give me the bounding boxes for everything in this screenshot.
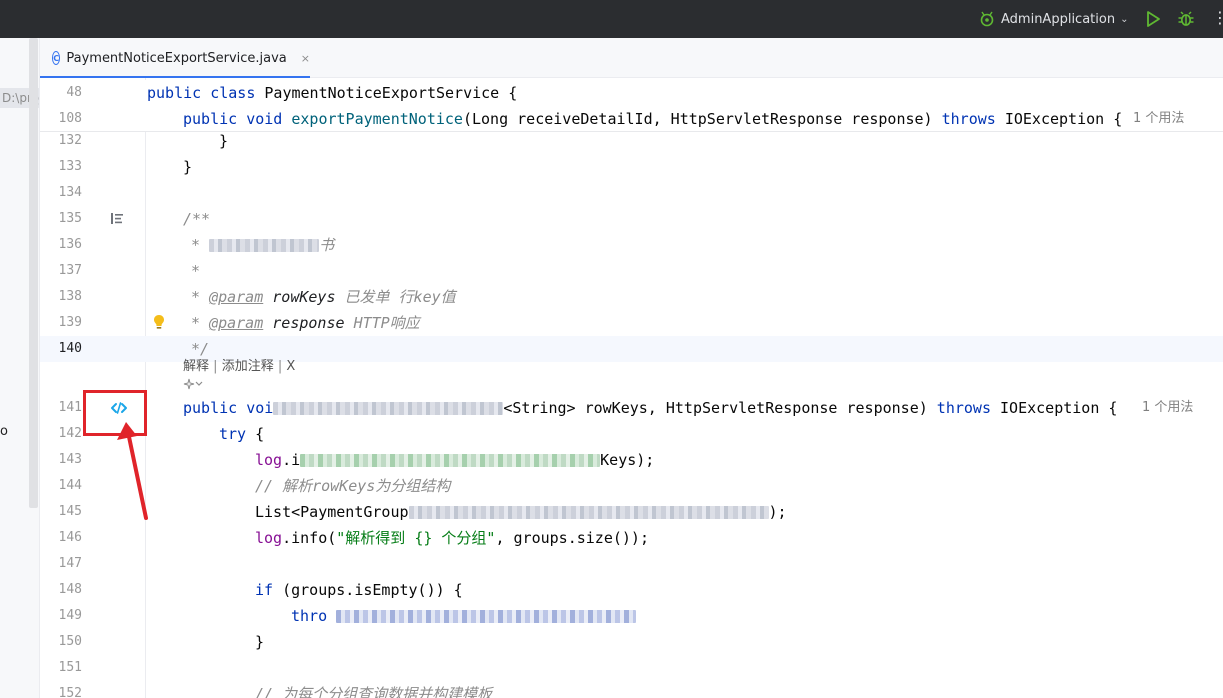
project-tree-fragment: o bbox=[0, 424, 8, 439]
tab-payment-notice-export-service[interactable]: C PaymentNoticeExportService.java × bbox=[40, 38, 310, 79]
bulb-icon[interactable] bbox=[153, 314, 165, 331]
line-number: 134 bbox=[58, 185, 82, 200]
line-number: 147 bbox=[58, 556, 82, 571]
code-line: 151 bbox=[40, 655, 1223, 681]
sticky-code: public void exportPaymentNotice(Long rec… bbox=[183, 110, 1123, 128]
code-line: 152 // 为每个分组查询数据并构建模板 bbox=[40, 681, 1223, 698]
annotation-arrow bbox=[117, 422, 148, 520]
code-text: } bbox=[183, 158, 193, 176]
code-line: 146 log.info("解析得到 {} 个分组", groups.size(… bbox=[40, 525, 1223, 551]
code-line: 134 bbox=[40, 180, 1223, 206]
sticky-line[interactable]: 48 public class PaymentNoticeExportServi… bbox=[40, 80, 1223, 106]
line-number: 149 bbox=[58, 608, 82, 623]
usages-hint[interactable]: 1 个用法 bbox=[1142, 395, 1193, 421]
line-number: 140 bbox=[58, 341, 82, 356]
line-number: 48 bbox=[66, 85, 82, 100]
line-number: 146 bbox=[58, 530, 82, 545]
line-number: 145 bbox=[58, 504, 82, 519]
line-number: 142 bbox=[58, 426, 82, 441]
code-comment: // 解析rowKeys为分组结构 bbox=[255, 477, 451, 495]
code-text: log.info("解析得到 {} 个分组", groups.size()); bbox=[255, 529, 649, 547]
line-number: 152 bbox=[58, 686, 82, 698]
code-line: 136 * 书 bbox=[40, 232, 1223, 258]
code-text: thro bbox=[291, 603, 637, 629]
add-comment-action[interactable]: 添加注释 bbox=[222, 359, 274, 374]
tab-file-name: PaymentNoticeExportService.java bbox=[66, 50, 287, 66]
code-line: 142 try { bbox=[40, 421, 1223, 447]
debug-icon[interactable] bbox=[1176, 9, 1196, 29]
code-line: 145 List<PaymentGroup); bbox=[40, 499, 1223, 525]
tab-close-icon[interactable]: × bbox=[301, 52, 310, 65]
code-text: * @param response HTTP响应 bbox=[191, 314, 420, 332]
line-number: 139 bbox=[58, 315, 82, 330]
dismiss-action[interactable]: X bbox=[286, 359, 295, 374]
structure-icon[interactable] bbox=[110, 212, 124, 225]
line-number: 108 bbox=[58, 111, 82, 126]
code-text: * bbox=[191, 262, 201, 280]
title-bar: AdminApplication ⌄ ⋮ bbox=[0, 0, 1223, 38]
line-number: 151 bbox=[58, 660, 82, 675]
ai-assistant-menu[interactable] bbox=[183, 378, 203, 393]
sticky-line[interactable]: 108 public void exportPaymentNotice(Long… bbox=[40, 106, 1223, 132]
code-text: * @param rowKeys 已发单 行key值 bbox=[191, 288, 456, 306]
run-configuration-selector[interactable]: AdminApplication ⌄ bbox=[978, 9, 1128, 29]
more-options-icon[interactable]: ⋮ bbox=[1212, 7, 1223, 29]
line-number: 144 bbox=[58, 478, 82, 493]
code-text: log.i Keys); bbox=[255, 451, 655, 469]
line-number: 136 bbox=[58, 237, 82, 252]
project-panel-edge: D:\proje o bbox=[0, 38, 40, 698]
code-line: 141 public voi <String> rowKeys, HttpServ… bbox=[40, 395, 1223, 421]
code-line: 133 } bbox=[40, 154, 1223, 180]
code-text: * 书 bbox=[191, 236, 335, 254]
line-number: 138 bbox=[58, 289, 82, 304]
code-line: 139 * @param response HTTP响应 bbox=[40, 310, 1223, 336]
inline-ai-actions: 解释 | 添加注释 | X bbox=[183, 358, 295, 376]
code-line: 137 * bbox=[40, 258, 1223, 284]
code-line: 147 bbox=[40, 551, 1223, 577]
explain-action[interactable]: 解释 bbox=[183, 359, 209, 374]
line-number: 133 bbox=[58, 159, 82, 174]
code-editor[interactable]: 48 public class PaymentNoticeExportServi… bbox=[40, 78, 1223, 698]
code-line: 150 } bbox=[40, 629, 1223, 655]
code-line: 144 // 解析rowKeys为分组结构 bbox=[40, 473, 1223, 499]
ai-sparkle-icon bbox=[183, 378, 203, 390]
code-line: 143 log.i Keys); bbox=[40, 447, 1223, 473]
code-text: /** bbox=[183, 210, 211, 228]
code-comment: // 为每个分组查询数据并构建模板 bbox=[255, 685, 493, 698]
editor-tab-bar: C PaymentNoticeExportService.java × bbox=[40, 38, 1223, 79]
line-number: 137 bbox=[58, 263, 82, 278]
line-number: 141 bbox=[58, 400, 82, 415]
code-text: if (groups.isEmpty()) { bbox=[255, 581, 463, 599]
line-number: 143 bbox=[58, 452, 82, 467]
code-line: 148 if (groups.isEmpty()) { bbox=[40, 577, 1223, 603]
sticky-lines-header: 48 public class PaymentNoticeExportServi… bbox=[40, 80, 1223, 132]
c-class-icon: C bbox=[52, 51, 61, 65]
code-text: List<PaymentGroup); bbox=[255, 503, 787, 521]
code-line: 135 /** bbox=[40, 206, 1223, 232]
sticky-code: public class PaymentNoticeExportService … bbox=[147, 84, 518, 102]
code-text: } bbox=[255, 633, 265, 651]
code-line: 149 thro bbox=[40, 603, 1223, 629]
separator: | bbox=[213, 359, 218, 374]
code-line: 138 * @param rowKeys 已发单 行key值 bbox=[40, 284, 1223, 310]
code-text: try { bbox=[219, 425, 265, 443]
line-number: 150 bbox=[58, 634, 82, 649]
line-number: 148 bbox=[58, 582, 82, 597]
chevron-down-icon: ⌄ bbox=[1120, 13, 1129, 25]
app-run-config-icon bbox=[980, 11, 994, 27]
usages-hint[interactable]: 1 个用法 bbox=[1133, 106, 1184, 132]
run-icon[interactable] bbox=[1143, 9, 1163, 29]
separator: | bbox=[277, 359, 283, 374]
run-configuration-label: AdminApplication bbox=[1001, 11, 1116, 27]
code-text: public voi <String> rowKeys, HttpServletR… bbox=[183, 399, 1118, 417]
project-panel-scrollbar[interactable] bbox=[29, 38, 38, 508]
line-number: 135 bbox=[58, 211, 82, 226]
